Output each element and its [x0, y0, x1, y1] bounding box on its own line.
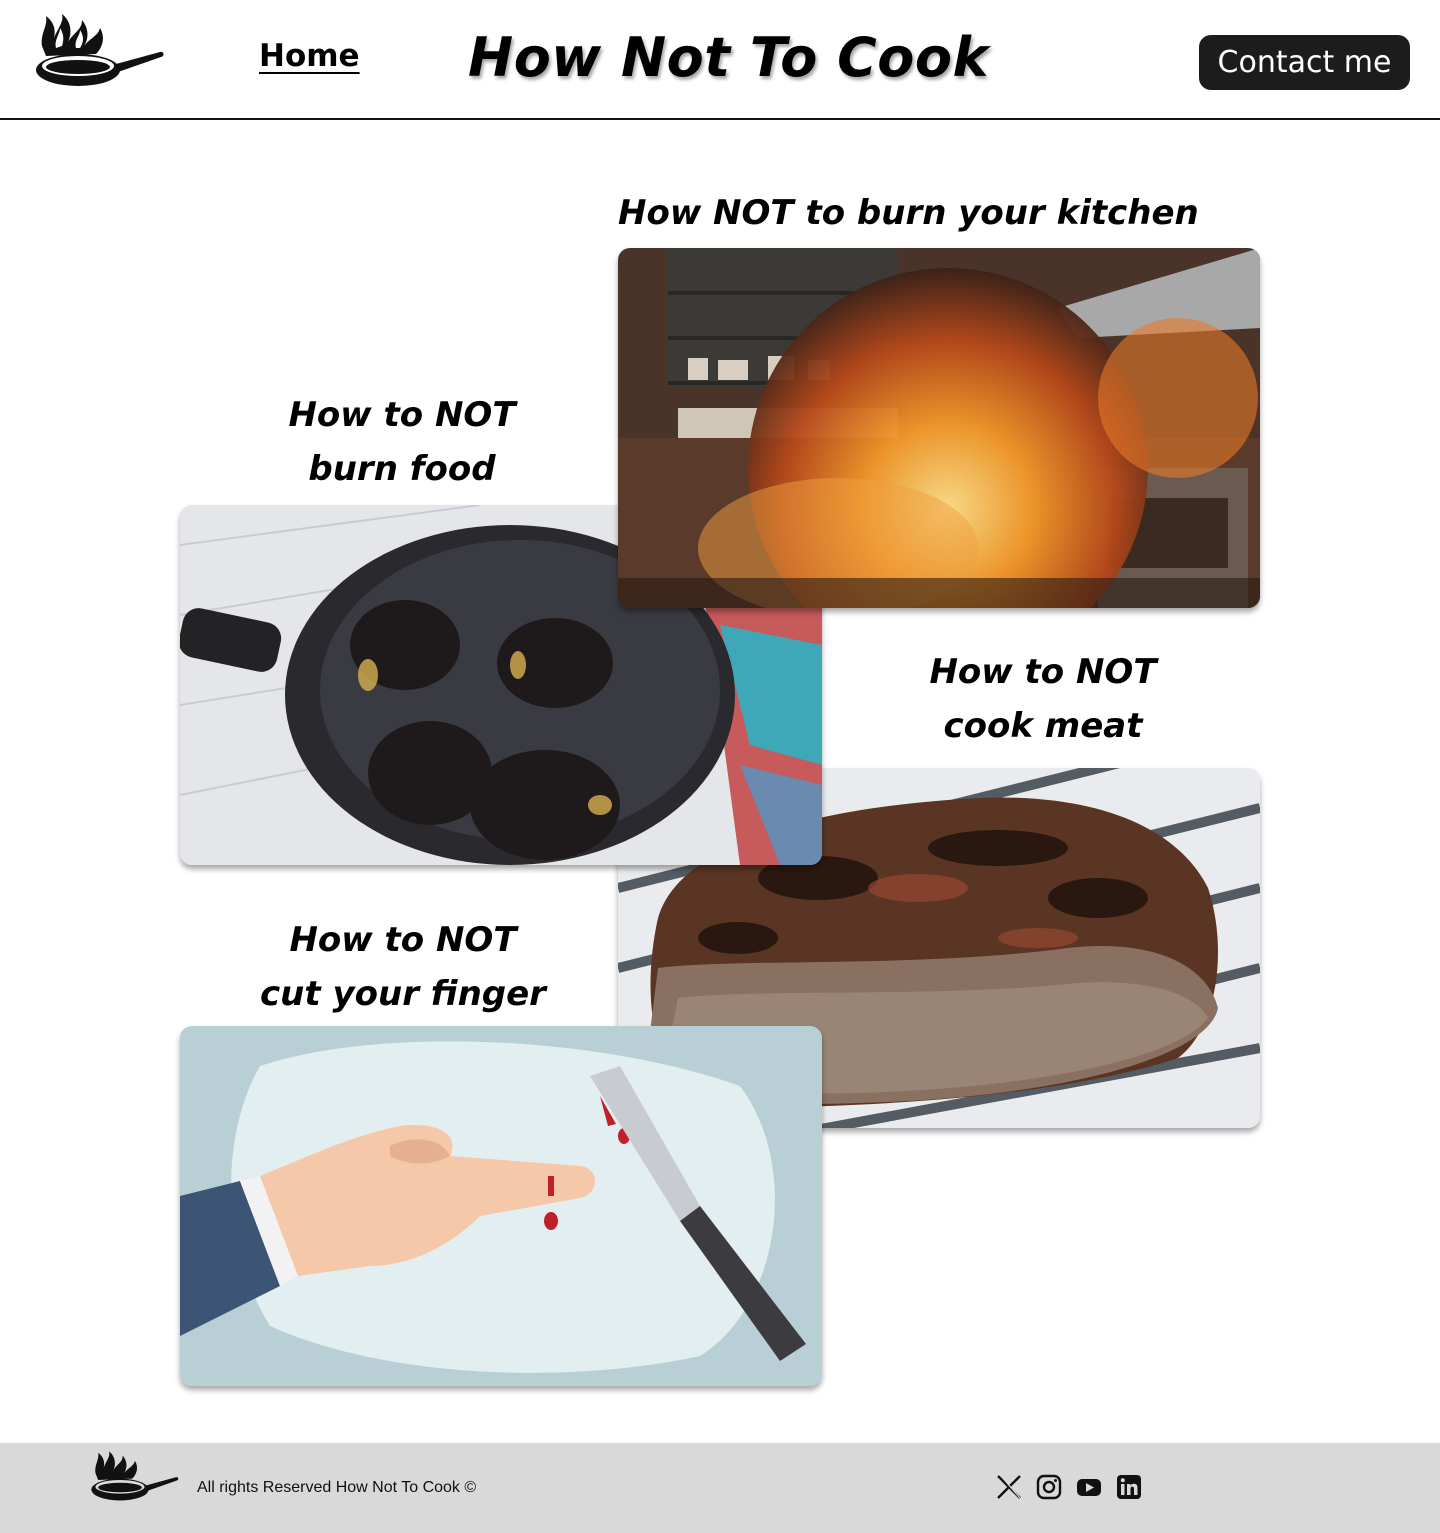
card-title-kitchen: How NOT to burn your kitchen	[618, 193, 1199, 233]
instagram-icon[interactable]	[1035, 1473, 1063, 1501]
kitchen-fire-image[interactable]	[618, 248, 1260, 608]
nav-home-link[interactable]: Home	[259, 38, 360, 74]
site-header: Home How Not To Cook Contact me	[0, 0, 1440, 120]
youtube-icon[interactable]	[1075, 1473, 1103, 1501]
footer-flaming-pan-logo-icon[interactable]	[90, 1450, 180, 1510]
site-footer: All rights Reserved How Not To Cook ©	[0, 1443, 1440, 1533]
site-title: How Not To Cook	[468, 26, 989, 89]
card-title-finger: How to NOT cut your finger	[260, 920, 546, 1014]
flaming-pan-logo-icon[interactable]	[34, 12, 166, 102]
cut-finger-image[interactable]	[180, 1026, 822, 1386]
card-title-burn-food: How to NOT burn food	[288, 395, 516, 489]
x-icon[interactable]	[995, 1473, 1023, 1501]
footer-copyright: All rights Reserved How Not To Cook ©	[197, 1479, 477, 1496]
linkedin-icon[interactable]	[1115, 1473, 1143, 1501]
contact-me-button[interactable]: Contact me	[1199, 35, 1410, 90]
card-title-meat: How to NOT cook meat	[929, 652, 1157, 746]
